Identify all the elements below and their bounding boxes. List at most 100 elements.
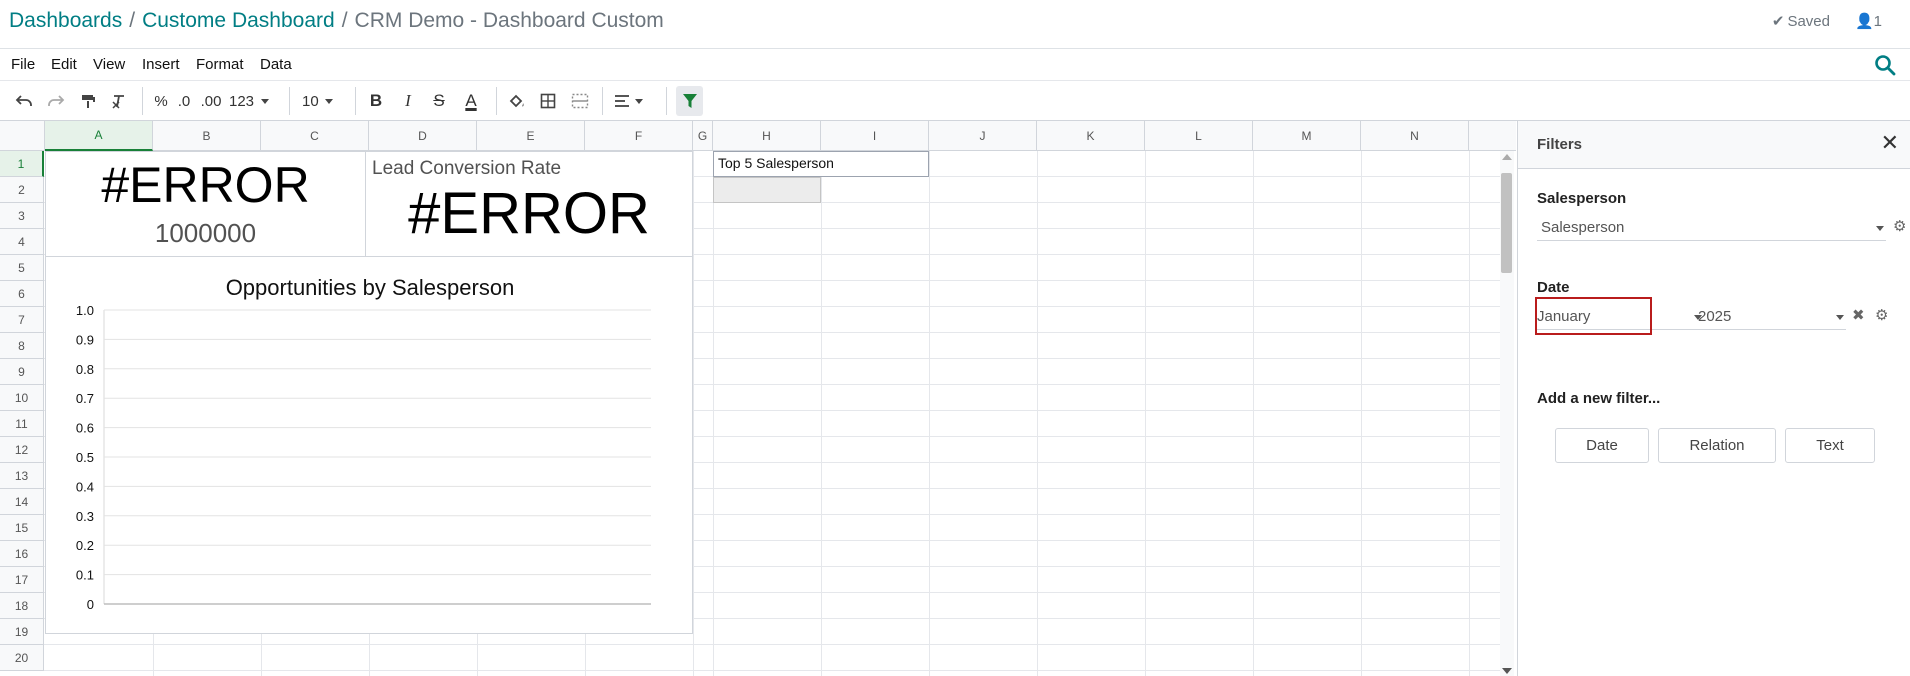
row-header-8[interactable]: 8 xyxy=(0,333,44,359)
undo-icon[interactable] xyxy=(12,89,36,113)
column-header-c[interactable]: C xyxy=(261,121,369,151)
row-header-19[interactable]: 19 xyxy=(0,619,44,645)
row-header-20[interactable]: 20 xyxy=(0,645,44,671)
select-all-corner[interactable] xyxy=(0,121,45,151)
scorecard-error-1[interactable]: #ERROR 1000000 xyxy=(45,151,366,257)
add-relation-filter-button[interactable]: Relation xyxy=(1658,428,1776,463)
column-header-i[interactable]: I xyxy=(821,121,929,151)
salesperson-select[interactable]: Salesperson xyxy=(1537,215,1886,241)
breadcrumb-dashboards[interactable]: Dashboards xyxy=(9,9,122,32)
column-header-f[interactable]: F xyxy=(585,121,693,151)
column-header-j[interactable]: J xyxy=(929,121,1037,151)
toolbar-separator xyxy=(289,87,290,115)
row-header-16[interactable]: 16 xyxy=(0,541,44,567)
grid-line xyxy=(1469,151,1470,676)
column-header-d[interactable]: D xyxy=(369,121,477,151)
close-icon[interactable]: ✕ xyxy=(1881,132,1899,154)
menu-edit[interactable]: Edit xyxy=(51,56,77,73)
column-header-h[interactable]: H xyxy=(713,121,821,151)
scroll-up-arrow[interactable] xyxy=(1502,154,1512,160)
chart-y-tick-label: 1.0 xyxy=(76,303,94,318)
number-format-dropdown[interactable]: 123 xyxy=(229,89,277,113)
font-size-value: 10 xyxy=(302,92,319,110)
row-header-12[interactable]: 12 xyxy=(0,437,44,463)
toolbar-separator xyxy=(496,87,497,115)
chevron-down-icon xyxy=(635,98,643,104)
chart-y-tick-label: 0.8 xyxy=(76,362,94,377)
row-header-4[interactable]: 4 xyxy=(0,229,44,255)
menu-file[interactable]: File xyxy=(11,56,35,73)
borders-icon[interactable] xyxy=(537,89,559,113)
bold-button[interactable]: B xyxy=(366,89,386,113)
scorecard-baseline: 1000000 xyxy=(154,218,257,248)
row-header-1[interactable]: 1 xyxy=(0,151,44,177)
clear-format-icon[interactable] xyxy=(108,89,130,113)
chart-y-tick-label: 0.7 xyxy=(76,391,94,406)
column-header-b[interactable]: B xyxy=(153,121,261,151)
menu-insert[interactable]: Insert xyxy=(142,56,180,73)
breadcrumb-separator: / xyxy=(129,9,136,32)
font-size-dropdown[interactable]: 10 xyxy=(302,89,338,113)
text-color-button[interactable]: A xyxy=(460,89,482,113)
row-header-2[interactable]: 2 xyxy=(0,177,44,203)
row-header-14[interactable]: 14 xyxy=(0,489,44,515)
vertical-scrollbar-thumb[interactable] xyxy=(1501,173,1512,273)
align-left-icon xyxy=(615,95,629,107)
increase-decimal-button[interactable]: .00 xyxy=(198,89,224,113)
toolbar-separator xyxy=(142,87,143,115)
clear-date-icon[interactable]: ✖ xyxy=(1852,306,1865,324)
menu-format[interactable]: Format xyxy=(196,56,244,73)
column-header-g[interactable]: G xyxy=(693,121,713,151)
align-dropdown[interactable] xyxy=(614,89,654,113)
row-header-11[interactable]: 11 xyxy=(0,411,44,437)
row-header-17[interactable]: 17 xyxy=(0,567,44,593)
row-header-10[interactable]: 10 xyxy=(0,385,44,411)
add-text-filter-button[interactable]: Text xyxy=(1785,428,1875,463)
column-header-e[interactable]: E xyxy=(477,121,585,151)
redo-icon[interactable] xyxy=(44,89,68,113)
chart-opportunities-by-salesperson[interactable]: Opportunities by Salesperson 1.0 0.9 0.8 0.… xyxy=(45,256,693,634)
collaborators-indicator[interactable]: 👤1 xyxy=(1855,12,1882,30)
merge-cells-icon[interactable] xyxy=(569,89,591,113)
row-header-9[interactable]: 9 xyxy=(0,359,44,385)
scroll-down-arrow[interactable] xyxy=(1502,668,1512,674)
paint-format-icon[interactable] xyxy=(77,89,99,113)
breadcrumb-custome-dashboard[interactable]: Custome Dashboard xyxy=(142,9,335,32)
date-gear-icon[interactable]: ⚙ xyxy=(1875,306,1888,324)
scorecard-lead-conversion[interactable]: Lead Conversion Rate #ERROR xyxy=(365,151,693,257)
row-header-7[interactable]: 7 xyxy=(0,307,44,333)
cell-h1-text: Top 5 Salesperson xyxy=(718,155,834,171)
menu-data[interactable]: Data xyxy=(260,56,292,73)
year-select[interactable]: 2025 xyxy=(1696,304,1846,330)
spreadsheet-grid[interactable]: A B C D E F G H I J K L M N 1 2 3 4 5 6 … xyxy=(0,121,1516,676)
toolbar-separator xyxy=(355,87,356,115)
row-header-5[interactable]: 5 xyxy=(0,255,44,281)
row-header-13[interactable]: 13 xyxy=(0,463,44,489)
search-icon[interactable] xyxy=(1874,54,1896,76)
column-header-a[interactable]: A xyxy=(45,121,153,151)
add-date-filter-button[interactable]: Date xyxy=(1555,428,1649,463)
column-header-m[interactable]: M xyxy=(1253,121,1361,151)
row-header-15[interactable]: 15 xyxy=(0,515,44,541)
row-header-6[interactable]: 6 xyxy=(0,281,44,307)
column-header-k[interactable]: K xyxy=(1037,121,1145,151)
decrease-decimal-button[interactable]: .0 xyxy=(174,89,194,113)
toolbar-separator xyxy=(602,87,603,115)
italic-button[interactable]: I xyxy=(398,89,418,113)
row-header-3[interactable]: 3 xyxy=(0,203,44,229)
column-header-n[interactable]: N xyxy=(1361,121,1469,151)
filters-title: Filters xyxy=(1537,136,1583,153)
cell-h2-selected[interactable] xyxy=(713,177,821,203)
add-filter-label: Add a new filter... xyxy=(1537,390,1661,407)
chart-y-tick-label: 0.2 xyxy=(76,538,94,553)
column-header-row: A B C D E F G H I J K L M N xyxy=(0,121,1516,151)
menu-view[interactable]: View xyxy=(93,56,125,73)
fill-color-icon[interactable] xyxy=(506,89,528,113)
format-percent-button[interactable]: % xyxy=(152,89,170,113)
salesperson-select-value: Salesperson xyxy=(1541,219,1625,236)
strikethrough-button[interactable]: S xyxy=(429,89,449,113)
row-header-18[interactable]: 18 xyxy=(0,593,44,619)
column-header-l[interactable]: L xyxy=(1145,121,1253,151)
salesperson-gear-icon[interactable]: ⚙ xyxy=(1893,217,1906,235)
filter-button[interactable] xyxy=(676,86,703,116)
